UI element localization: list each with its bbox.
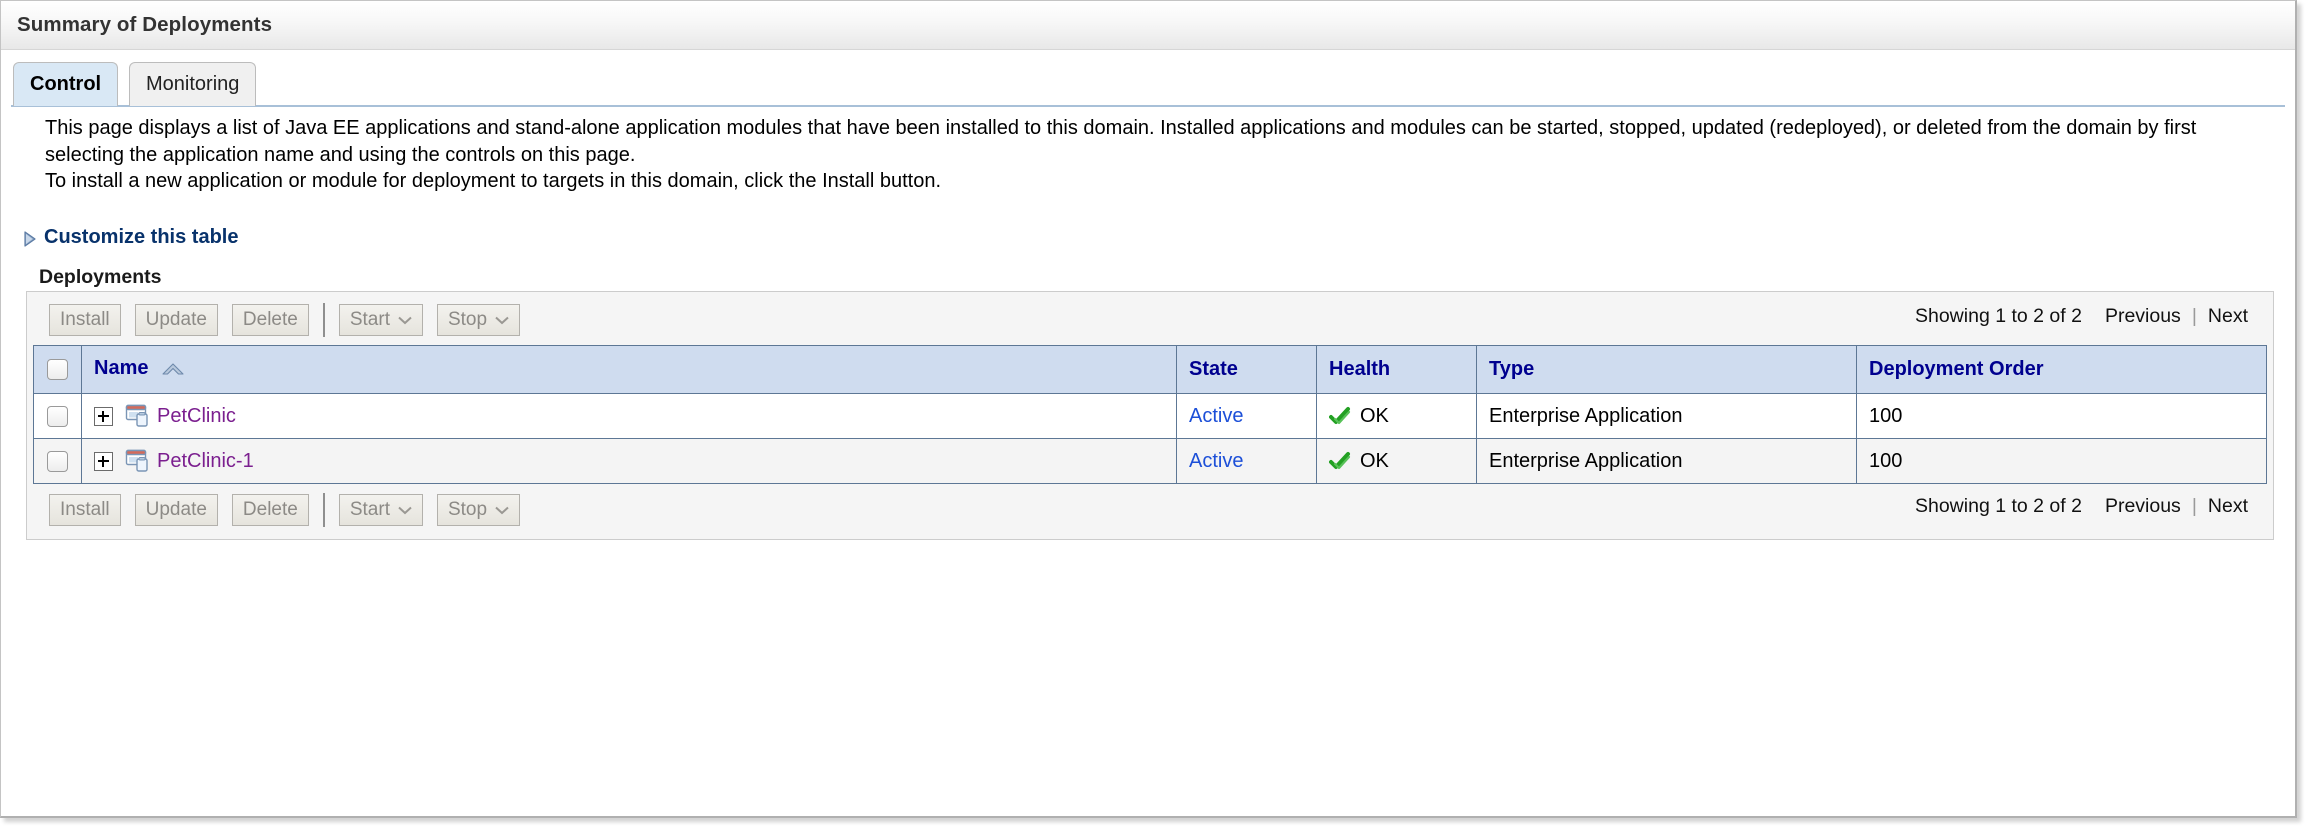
tab-control[interactable]: Control: [13, 62, 119, 106]
column-header-deployment-order[interactable]: Deployment Order: [1856, 345, 2267, 394]
health-status-label: OK: [1360, 449, 1389, 472]
page-content: This page displays a list of Java EE app…: [1, 108, 2295, 816]
install-button[interactable]: Install: [49, 494, 121, 526]
tab-underline: [11, 105, 2285, 107]
row-deployment-order-cell: 100: [1856, 393, 2267, 439]
column-header-type[interactable]: Type: [1476, 345, 1857, 394]
deployments-table-container: Install Update Delete Start Stop Showing…: [26, 291, 2274, 540]
delete-button[interactable]: Delete: [231, 304, 309, 336]
row-checkbox[interactable]: [47, 405, 68, 427]
toolbar-divider: [322, 303, 325, 337]
description-paragraph-1: This page displays a list of Java EE app…: [45, 117, 2197, 166]
showing-count-label: Showing 1 to 2 of 2: [1914, 305, 2082, 327]
chevron-down-icon: [495, 495, 509, 525]
customize-this-table-label: Customize this table: [44, 226, 239, 248]
column-header-name-label: Name: [94, 357, 149, 379]
deployment-name-link[interactable]: PetClinic: [157, 405, 236, 428]
page-title-bar: Summary of Deployments: [1, 1, 2295, 50]
health-status-label: OK: [1360, 404, 1389, 427]
chevron-down-icon: [495, 305, 509, 335]
stop-menu-button[interactable]: Stop: [436, 494, 521, 526]
column-header-health[interactable]: Health: [1316, 345, 1477, 394]
pagination-top: Showing 1 to 2 of 2 Previous | Next: [1915, 305, 2251, 328]
chevron-down-icon: [398, 495, 412, 525]
row-state-cell: Active: [1176, 438, 1317, 484]
health-ok-check-icon: [1329, 451, 1351, 471]
stop-button-label: Stop: [447, 499, 488, 520]
row-health-cell: OK: [1316, 438, 1477, 484]
row-select-cell: [33, 438, 82, 484]
select-all-header: [33, 345, 82, 394]
pager-divider: |: [2191, 305, 2197, 327]
expand-row-icon[interactable]: [94, 451, 113, 471]
row-state-cell: Active: [1176, 393, 1317, 439]
table-row: PetClinic Active OK Enterprise Applicati…: [33, 393, 2267, 439]
install-button[interactable]: Install: [49, 304, 121, 336]
chevron-down-icon: [398, 305, 412, 335]
update-button[interactable]: Update: [134, 304, 218, 336]
table-toolbar-bottom: Install Update Delete Start Stop Showing…: [27, 480, 2273, 540]
stop-button-label: Stop: [447, 309, 488, 330]
next-page-link[interactable]: Next: [2208, 305, 2248, 328]
deployment-state-link[interactable]: Active: [1189, 405, 1243, 427]
deployments-heading: Deployments: [39, 266, 162, 288]
description-paragraph-2: To install a new application or module f…: [45, 170, 942, 192]
pager-divider: |: [2191, 495, 2197, 517]
page-title: Summary of Deployments: [17, 13, 273, 36]
previous-page-link[interactable]: Previous: [2105, 305, 2181, 328]
customize-this-table-link[interactable]: Customize this table: [23, 226, 238, 249]
start-menu-button[interactable]: Start: [338, 494, 423, 526]
tab-strip: Control Monitoring: [1, 50, 2295, 108]
deployment-state-link[interactable]: Active: [1189, 450, 1243, 472]
enterprise-application-icon: [125, 448, 151, 474]
delete-button[interactable]: Delete: [231, 494, 309, 526]
row-health-cell: OK: [1316, 393, 1477, 439]
health-ok-check-icon: [1329, 406, 1351, 426]
expand-row-icon[interactable]: [94, 406, 113, 426]
start-menu-button[interactable]: Start: [338, 304, 423, 336]
deployments-table: Name State Health Type Deployment Order: [33, 345, 2267, 484]
row-type-cell: Enterprise Application: [1476, 393, 1857, 439]
toolbar-button-group-top: Install Update Delete Start Stop: [49, 303, 534, 337]
deployment-name-link[interactable]: PetClinic-1: [157, 450, 254, 473]
row-type-cell: Enterprise Application: [1476, 438, 1857, 484]
start-button-label: Start: [349, 499, 390, 520]
toolbar-button-group-bottom: Install Update Delete Start Stop: [49, 493, 534, 527]
row-select-cell: [33, 393, 82, 439]
deployments-page-panel: Summary of Deployments Control Monitorin…: [0, 0, 2297, 818]
row-deployment-order-cell: 100: [1856, 438, 2267, 484]
enterprise-application-icon: [125, 403, 151, 429]
showing-count-label: Showing 1 to 2 of 2: [1914, 495, 2082, 517]
update-button[interactable]: Update: [134, 494, 218, 526]
table-toolbar-top: Install Update Delete Start Stop Showing…: [27, 292, 2273, 345]
table-header-row: Name State Health Type Deployment Order: [33, 345, 2267, 394]
tab-monitoring[interactable]: Monitoring: [129, 62, 257, 106]
select-all-checkbox[interactable]: [47, 359, 68, 381]
column-header-state[interactable]: State: [1176, 345, 1317, 394]
sort-ascending-icon[interactable]: [162, 359, 184, 382]
toolbar-divider: [322, 493, 325, 527]
table-row: PetClinic-1 Active OK Enterprise Applica…: [33, 438, 2267, 484]
stop-menu-button[interactable]: Stop: [436, 304, 521, 336]
previous-page-link[interactable]: Previous: [2105, 495, 2181, 518]
column-header-name[interactable]: Name: [81, 345, 1177, 394]
pagination-bottom: Showing 1 to 2 of 2 Previous | Next: [1915, 495, 2251, 518]
next-page-link[interactable]: Next: [2208, 495, 2248, 518]
start-button-label: Start: [349, 309, 390, 330]
row-checkbox[interactable]: [47, 450, 68, 472]
row-name-cell: PetClinic: [81, 393, 1177, 439]
triangle-right-icon: [23, 230, 37, 247]
row-name-cell: PetClinic-1: [81, 438, 1177, 484]
